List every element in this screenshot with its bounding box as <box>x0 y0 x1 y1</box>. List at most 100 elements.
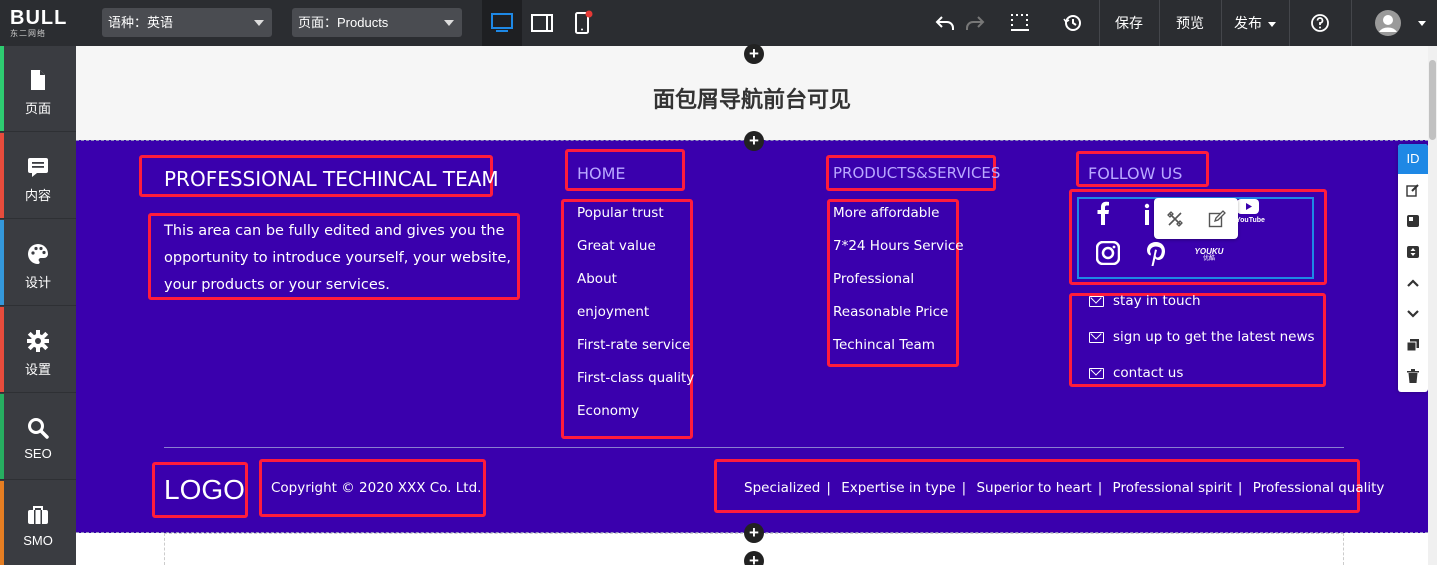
footer-section[interactable]: PROFESSIONAL TECHINCAL TEAM This area ca… <box>76 140 1428 533</box>
youku-sublabel: 优酷 <box>1202 256 1215 262</box>
edit-icon[interactable] <box>1208 210 1226 228</box>
footer-link[interactable]: More affordable <box>833 205 939 221</box>
link-separator: | <box>961 480 967 496</box>
sidebar-item-label: 设计 <box>24 275 51 290</box>
tablet-view-button[interactable] <box>522 0 562 46</box>
bottom-link[interactable]: Specialized <box>744 480 820 496</box>
publish-button[interactable]: 发布 <box>1222 0 1288 46</box>
youku-icon[interactable]: YOUKU 优酷 <box>1191 247 1227 263</box>
sidebar-item-pages[interactable]: 页面 <box>0 46 76 132</box>
add-section-button[interactable]: + <box>744 44 764 64</box>
footer-link[interactable]: Great value <box>577 238 656 254</box>
bottom-link[interactable]: Superior to heart <box>976 480 1091 496</box>
tablet-icon <box>531 14 553 32</box>
undo-button[interactable] <box>930 0 960 46</box>
link-separator: | <box>826 480 831 496</box>
help-button[interactable] <box>1305 0 1335 46</box>
mail-icon <box>1089 332 1104 343</box>
brand-logo[interactable]: BULL 东二网络 <box>10 8 66 38</box>
help-icon <box>1311 14 1329 32</box>
footer-logo: LOGO <box>164 474 245 505</box>
brand-logo-subtext: 东二网络 <box>10 29 46 38</box>
brand-logo-text: BULL <box>10 7 68 29</box>
edit-section-button[interactable] <box>1398 174 1428 205</box>
sidebar-item-label: 设置 <box>24 362 51 377</box>
bottom-link[interactable]: Expertise in type <box>841 480 955 496</box>
pinterest-icon[interactable] <box>1146 241 1166 267</box>
redo-icon <box>966 16 985 30</box>
sidebar-item-label: SEO <box>24 446 52 461</box>
top-toolbar: BULL 东二网络 语种：英语 页面：Products 保存 预览 发布 <box>0 0 1437 46</box>
footer-link[interactable]: Professional <box>833 271 914 287</box>
search-icon <box>28 418 49 439</box>
add-section-button[interactable]: + <box>744 131 764 151</box>
language-select[interactable]: 语种：英语 <box>102 8 272 37</box>
section-id-button[interactable]: ID <box>1398 144 1428 174</box>
chevron-up-icon <box>1407 278 1419 287</box>
sidebar-item-label: SMO <box>23 533 53 548</box>
style-section-button[interactable] <box>1398 205 1428 236</box>
sidebar-item-smo[interactable]: SMO <box>0 481 76 565</box>
user-menu-toggle[interactable] <box>1412 0 1432 46</box>
delete-section-button[interactable] <box>1398 360 1428 391</box>
instagram-icon[interactable] <box>1096 241 1120 265</box>
resize-section-button[interactable] <box>1398 236 1428 267</box>
scrollbar-thumb[interactable] <box>1429 60 1436 140</box>
sidebar-item-design[interactable]: 设计 <box>0 220 76 306</box>
facebook-icon[interactable] <box>1096 201 1110 225</box>
footer-link[interactable]: Popular trust <box>577 205 664 221</box>
footer-link[interactable]: Techincal Team <box>833 337 935 353</box>
footer-link[interactable]: Economy <box>577 403 639 419</box>
user-avatar[interactable] <box>1368 0 1408 46</box>
bottom-links: Specialized | Expertise in type | Superior… <box>732 480 1390 496</box>
add-section-button[interactable]: + <box>744 551 764 565</box>
grid-toggle-button[interactable] <box>1005 0 1035 46</box>
move-down-button[interactable] <box>1398 298 1428 329</box>
link-separator: | <box>1237 480 1243 496</box>
page-select[interactable]: 页面：Products <box>292 8 462 37</box>
footer-link[interactable]: First-class quality <box>577 370 694 386</box>
sidebar-item-content[interactable]: 内容 <box>0 133 76 219</box>
chevron-down-icon <box>444 20 454 26</box>
footer-link[interactable]: enjoyment <box>577 304 649 320</box>
mobile-view-button[interactable] <box>562 0 602 46</box>
footer-link[interactable]: Reasonable Price <box>833 304 948 320</box>
bottom-link[interactable]: Professional quality <box>1253 480 1385 496</box>
editor-canvas[interactable]: 面包屑导航前台可见 + PROFESSIONAL TECHINCAL TEAM … <box>76 44 1428 565</box>
history-button[interactable] <box>1058 0 1088 46</box>
gear-icon <box>27 330 49 352</box>
message-icon <box>28 158 48 177</box>
desktop-view-button[interactable] <box>482 0 522 46</box>
copy-section-button[interactable] <box>1398 329 1428 360</box>
move-up-button[interactable] <box>1398 267 1428 298</box>
page-icon <box>31 70 45 90</box>
contact-link[interactable]: stay in touch <box>1113 293 1201 309</box>
sidebar-item-label: 内容 <box>24 188 51 203</box>
desktop-icon <box>491 13 513 32</box>
redo-button[interactable] <box>960 0 990 46</box>
grid-icon <box>1011 14 1029 31</box>
edit-icon <box>1406 183 1419 197</box>
youtube-icon[interactable]: YouTube <box>1236 199 1265 224</box>
left-sidebar: 页面 内容 设计 设置 SEO SMO <box>0 46 76 565</box>
sidebar-item-label: 页面 <box>24 101 51 116</box>
preview-button[interactable]: 预览 <box>1160 0 1220 46</box>
add-section-button[interactable]: + <box>744 523 764 543</box>
footer-link[interactable]: About <box>577 271 617 287</box>
sidebar-accent <box>0 307 4 392</box>
footer-link[interactable]: First-rate service <box>577 337 690 353</box>
bottom-link[interactable]: Professional spirit <box>1113 480 1232 496</box>
tools-icon[interactable] <box>1166 210 1184 228</box>
sidebar-item-settings[interactable]: 设置 <box>0 307 76 393</box>
intro-text: This area can be fully edited and gives … <box>164 223 511 293</box>
chevron-down-icon <box>1407 309 1419 318</box>
sidebar-accent <box>0 133 4 218</box>
contact-link[interactable]: contact us <box>1113 365 1183 381</box>
sidebar-item-seo[interactable]: SEO <box>0 394 76 480</box>
toolbar-divider <box>1351 0 1352 46</box>
footer-link[interactable]: 7*24 Hours Service <box>833 238 964 254</box>
trash-icon <box>1407 368 1419 383</box>
contact-link[interactable]: sign up to get the latest news <box>1113 329 1315 345</box>
save-button[interactable]: 保存 <box>1100 0 1158 46</box>
vertical-scrollbar[interactable] <box>1428 46 1437 565</box>
